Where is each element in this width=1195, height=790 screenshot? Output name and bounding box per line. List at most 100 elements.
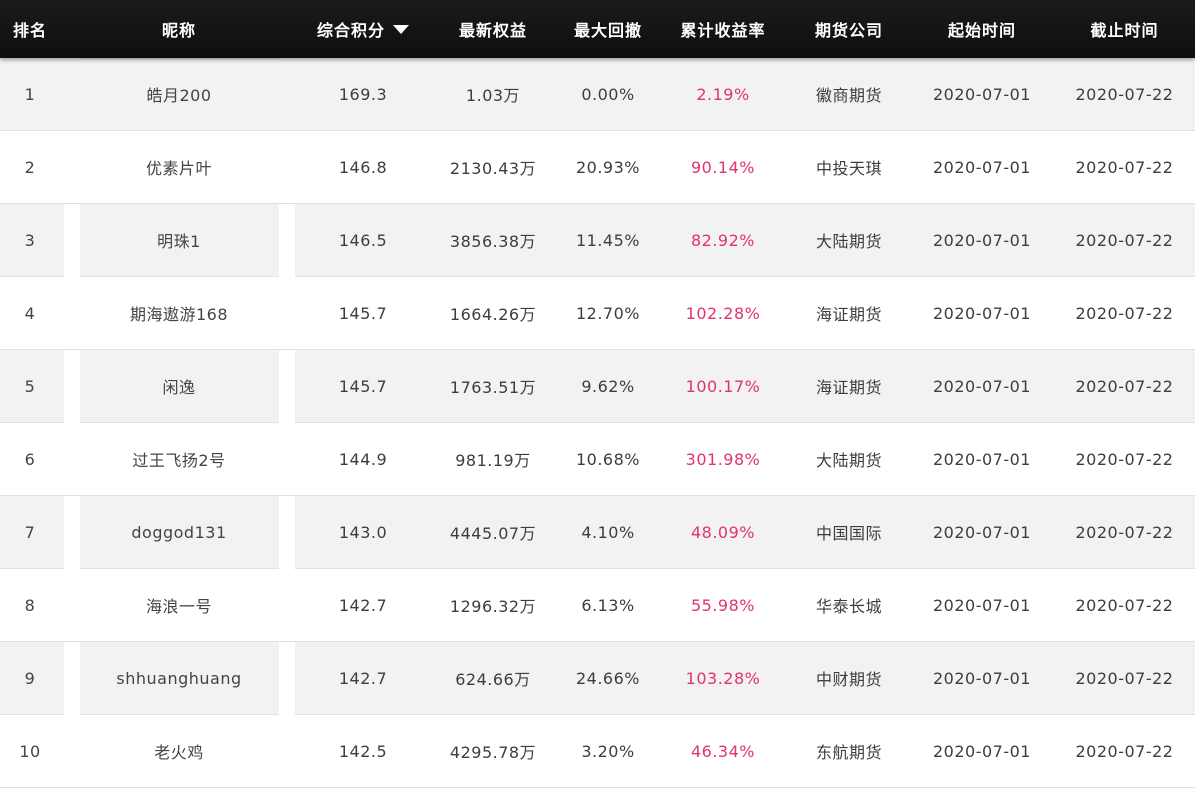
rank-cell: 9: [24, 668, 36, 688]
yield-cell: 82.92%: [690, 230, 755, 250]
table-row: 10 老火鸡 142.5 4295.78万 3.20% 46.34% 东航期货 …: [0, 715, 1195, 788]
header-start: 起始时间: [947, 21, 1016, 40]
table-row: 7 doggod131 143.0 4445.07万 4.10% 48.09% …: [0, 496, 1195, 569]
rank-cell: 10: [19, 741, 41, 761]
equity-cell: 3856.38万: [449, 232, 537, 251]
table-row: 3 明珠1 146.5 3856.38万 11.45% 82.92% 大陆期货 …: [0, 204, 1195, 277]
end-date-cell: 2020-07-22: [1075, 595, 1174, 615]
header-drawdown: 最大回撤: [573, 21, 642, 40]
end-date-cell: 2020-07-22: [1075, 157, 1174, 177]
broker-cell: 海证期货: [815, 305, 882, 324]
yield-cell: 46.34%: [690, 741, 755, 761]
drawdown-cell: 12.70%: [575, 303, 640, 323]
end-date-cell: 2020-07-22: [1075, 303, 1174, 323]
drawdown-cell: 9.62%: [581, 376, 635, 396]
score-cell: 142.5: [338, 741, 388, 761]
rank-cell: 6: [24, 449, 36, 469]
header-nickname: 昵称: [161, 21, 196, 40]
header-end: 截止时间: [1090, 21, 1159, 40]
table-row: 2 优素片叶 146.8 2130.43万 20.93% 90.14% 中投天琪…: [0, 131, 1195, 204]
equity-cell: 1.03万: [465, 86, 521, 105]
table-row: 4 期海遨游168 145.7 1664.26万 12.70% 102.28% …: [0, 277, 1195, 350]
start-date-cell: 2020-07-01: [933, 230, 1031, 250]
drawdown-cell: 4.10%: [581, 522, 635, 542]
broker-cell: 东航期货: [815, 743, 882, 762]
broker-cell: 中财期货: [815, 670, 882, 689]
yield-cell: 100.17%: [685, 376, 761, 396]
equity-cell: 624.66万: [455, 670, 531, 689]
ranking-table: 排名 昵称 综合积分 最新权益 最大回撤 累计收益率 期货公司 起始时间 截止时…: [0, 0, 1195, 790]
score-cell: 145.7: [338, 303, 388, 323]
sort-down-triangle-icon[interactable]: [393, 24, 409, 34]
drawdown-cell: 10.68%: [575, 449, 640, 469]
end-date-cell: 2020-07-22: [1075, 376, 1174, 396]
score-cell: 142.7: [338, 668, 388, 688]
yield-cell: 2.19%: [696, 84, 750, 104]
nickname-cell[interactable]: 海浪一号: [60, 569, 298, 641]
nickname-cell[interactable]: 优素片叶: [60, 131, 298, 203]
nickname-cell[interactable]: 明珠1: [60, 204, 298, 276]
start-date-cell: 2020-07-01: [933, 449, 1031, 469]
rank-cell: 3: [24, 230, 36, 250]
rank-cell: 7: [24, 522, 36, 542]
table-row: 6 过王飞扬2号 144.9 981.19万 10.68% 301.98% 大陆…: [0, 423, 1195, 496]
rank-cell: 5: [24, 376, 36, 396]
score-cell: 169.3: [338, 84, 388, 104]
equity-cell: 4445.07万: [449, 524, 537, 543]
rank-cell: 8: [24, 595, 36, 615]
start-date-cell: 2020-07-01: [933, 668, 1031, 688]
end-date-cell: 2020-07-22: [1075, 741, 1174, 761]
nickname-cell[interactable]: 期海遨游168: [60, 277, 298, 349]
equity-cell: 981.19万: [455, 451, 531, 470]
table-body: 1 皓月200 169.3 1.03万 0.00% 2.19% 徽商期货 202…: [0, 58, 1195, 788]
yield-cell: 55.98%: [690, 595, 755, 615]
broker-cell: 中投天琪: [815, 159, 882, 178]
drawdown-cell: 20.93%: [575, 157, 640, 177]
start-date-cell: 2020-07-01: [933, 522, 1031, 542]
row-divider: [80, 58, 280, 59]
drawdown-cell: 11.45%: [575, 230, 640, 250]
broker-cell: 大陆期货: [815, 232, 882, 251]
nickname-cell[interactable]: 老火鸡: [60, 715, 298, 787]
equity-cell: 4295.78万: [449, 743, 537, 762]
yield-cell: 102.28%: [685, 303, 761, 323]
start-date-cell: 2020-07-01: [933, 84, 1031, 104]
score-cell: 145.7: [338, 376, 388, 396]
score-cell: 143.0: [338, 522, 388, 542]
start-date-cell: 2020-07-01: [933, 303, 1031, 323]
broker-cell: 海证期货: [815, 378, 882, 397]
header-score-label: 综合积分: [316, 21, 385, 40]
nickname-cell[interactable]: 皓月200: [60, 58, 298, 130]
end-date-cell: 2020-07-22: [1075, 668, 1174, 688]
score-cell: 144.9: [338, 449, 388, 469]
rank-cell: 4: [24, 303, 36, 323]
yield-cell: 103.28%: [685, 668, 761, 688]
broker-cell: 大陆期货: [815, 451, 882, 470]
drawdown-cell: 0.00%: [581, 84, 635, 104]
equity-cell: 1763.51万: [449, 378, 537, 397]
broker-cell: 徽商期货: [815, 86, 882, 105]
equity-cell: 1296.32万: [449, 597, 537, 616]
table-row: 9 shhuanghuang 142.7 624.66万 24.66% 103.…: [0, 642, 1195, 715]
header-rank: 排名: [12, 21, 47, 40]
nickname-cell[interactable]: 过王飞扬2号: [60, 423, 298, 495]
start-date-cell: 2020-07-01: [933, 595, 1031, 615]
end-date-cell: 2020-07-22: [1075, 449, 1174, 469]
header-score-sort[interactable]: 综合积分: [298, 0, 428, 58]
nickname-cell[interactable]: 闲逸: [60, 350, 298, 422]
broker-cell: 中国国际: [815, 524, 882, 543]
start-date-cell: 2020-07-01: [933, 157, 1031, 177]
table-header: 排名 昵称 综合积分 最新权益 最大回撤 累计收益率 期货公司 起始时间 截止时…: [0, 0, 1195, 58]
nickname-cell[interactable]: doggod131: [60, 496, 298, 568]
header-equity: 最新权益: [458, 21, 527, 40]
equity-cell: 1664.26万: [449, 305, 537, 324]
end-date-cell: 2020-07-22: [1075, 230, 1174, 250]
table-row: 1 皓月200 169.3 1.03万 0.00% 2.19% 徽商期货 202…: [0, 58, 1195, 131]
yield-cell: 48.09%: [690, 522, 755, 542]
table-row: 5 闲逸 145.7 1763.51万 9.62% 100.17% 海证期货 2…: [0, 350, 1195, 423]
equity-cell: 2130.43万: [449, 159, 537, 178]
end-date-cell: 2020-07-22: [1075, 522, 1174, 542]
nickname-cell[interactable]: shhuanghuang: [60, 642, 298, 714]
score-cell: 146.8: [338, 157, 388, 177]
rank-cell: 1: [24, 84, 36, 104]
